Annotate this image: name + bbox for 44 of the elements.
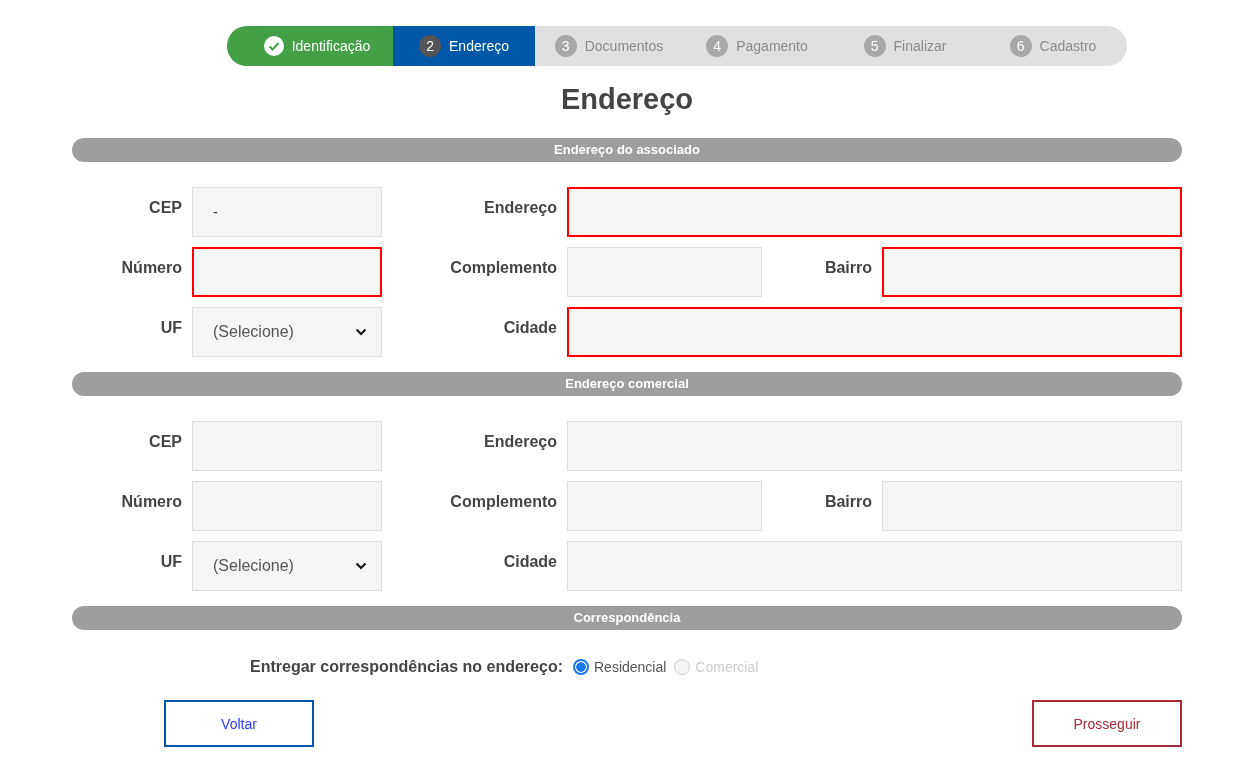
field-label: Bairro — [823, 492, 872, 512]
step-number: 6 — [1009, 35, 1032, 57]
step-number: 4 — [706, 35, 729, 57]
question-label: Entregar correspondências no endereço: — [250, 658, 563, 676]
field-label: Endereço — [483, 432, 557, 452]
field-label: CEP — [148, 198, 182, 218]
select-field[interactable]: (Selecione) — [192, 541, 382, 591]
input-field[interactable] — [567, 187, 1182, 237]
field-label: Cidade — [502, 552, 557, 572]
step[interactable]: 2 Endereço — [393, 26, 535, 66]
step-label: Cadastro — [1039, 38, 1097, 54]
chevron-down-icon — [355, 328, 367, 336]
back-button[interactable]: Voltar — [164, 700, 314, 747]
chevron-down-icon — [355, 562, 367, 570]
step-number: 5 — [863, 35, 886, 57]
step-label: Identificação — [291, 38, 371, 54]
step-number: 2 — [419, 35, 442, 57]
step-label: Endereço — [449, 38, 509, 54]
field-label: Endereço — [483, 198, 557, 218]
field-label: Complemento — [449, 258, 557, 278]
step-number: 3 — [554, 35, 577, 57]
input-field[interactable]: - — [192, 187, 382, 237]
input-field[interactable] — [882, 247, 1182, 297]
section-header: Correspondência — [72, 606, 1182, 630]
section-header: Endereço do associado — [72, 138, 1182, 162]
next-button[interactable]: Prosseguir — [1032, 700, 1182, 747]
step-label: Finalizar — [893, 38, 947, 54]
field-label: Complemento — [449, 492, 557, 512]
field-label: UF — [159, 318, 182, 338]
step-label: Documentos — [584, 38, 664, 54]
field-label: UF — [159, 552, 182, 572]
field-label: Número — [120, 258, 182, 278]
radio-option[interactable]: Residencial — [573, 659, 667, 675]
input-field[interactable] — [192, 247, 382, 297]
field-label: CEP — [148, 432, 182, 452]
check-icon — [263, 36, 284, 56]
section-header: Endereço comercial — [72, 372, 1182, 396]
field-label: Cidade — [502, 318, 557, 338]
step-label: Pagamento — [736, 38, 808, 54]
field-label: Número — [120, 492, 182, 512]
input-field[interactable] — [567, 307, 1182, 357]
select-field[interactable]: (Selecione) — [192, 307, 382, 357]
page-title: Endereço — [559, 82, 695, 117]
field-label: Bairro — [823, 258, 872, 278]
